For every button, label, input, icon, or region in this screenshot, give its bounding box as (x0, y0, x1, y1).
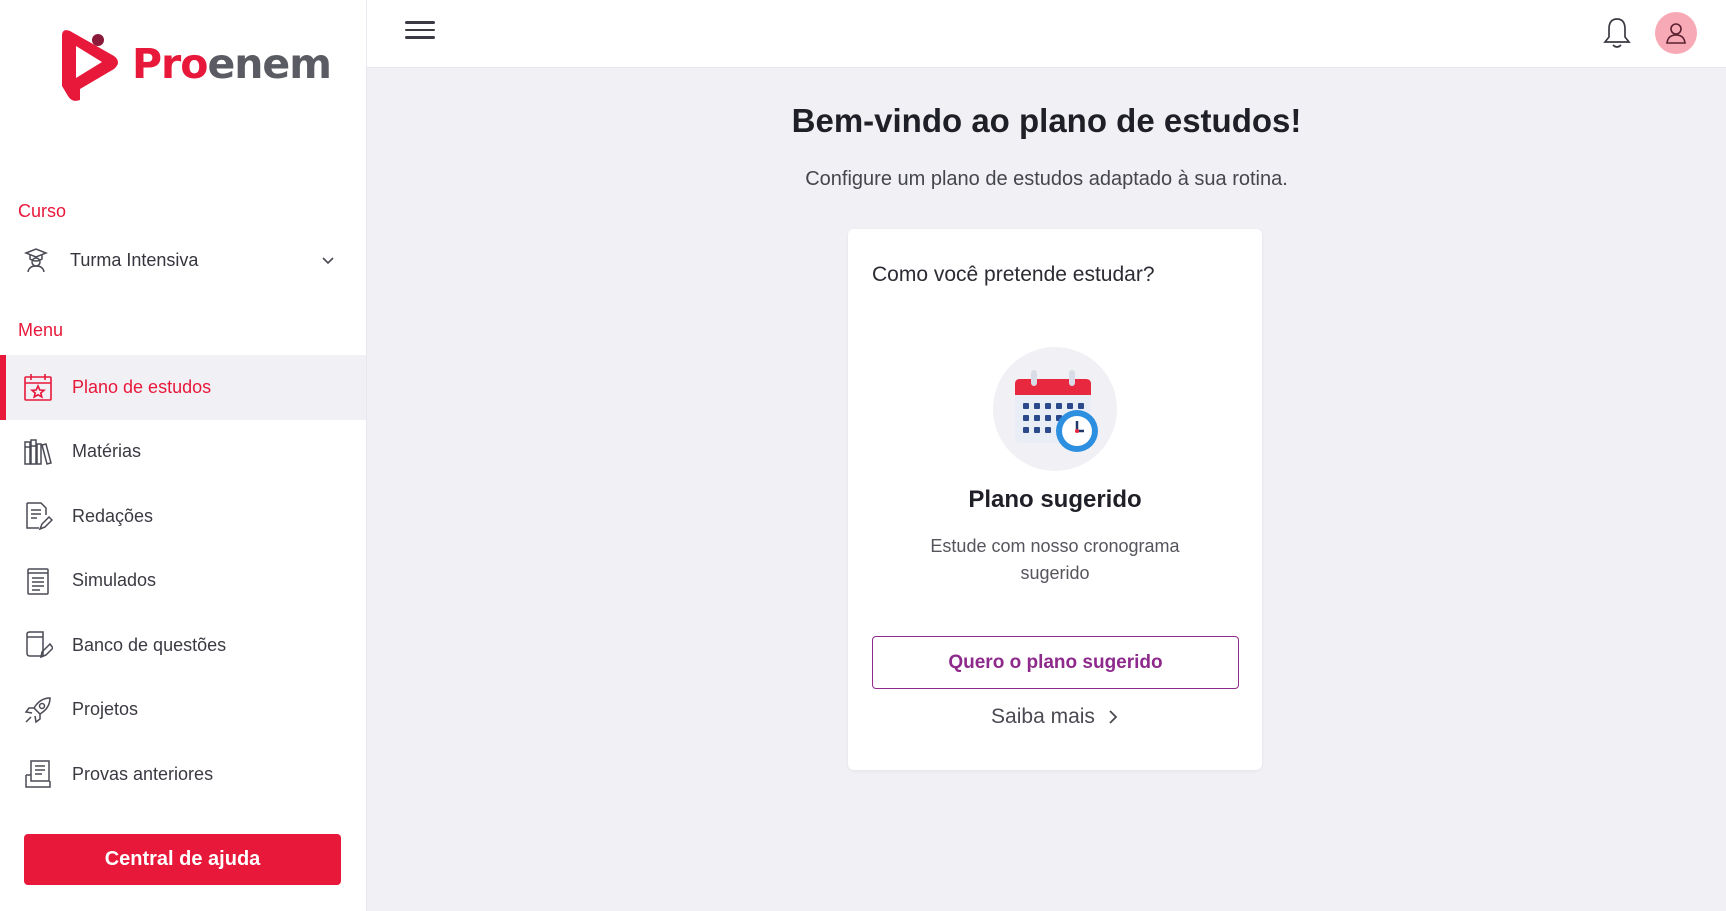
rocket-icon (22, 694, 54, 726)
sidebar-item-label: Provas anteriores (72, 763, 214, 784)
calendar-illustration (993, 347, 1117, 471)
sidebar-item-label: Matérias (72, 441, 142, 462)
avatar[interactable] (1655, 12, 1697, 54)
logo-text-pro: Pro (132, 39, 208, 88)
archive-icon (22, 758, 54, 790)
sidebar-item-plano-de-estudos[interactable]: Plano de estudos (0, 355, 366, 420)
course-section-label: Curso (18, 201, 67, 221)
sidebar-menu: Plano de estudos Matérias Redações Simul… (0, 355, 366, 807)
sidebar-item-materias[interactable]: Matérias (0, 420, 366, 485)
sidebar-item-label: Simulados (72, 570, 157, 591)
hamburger-icon[interactable] (405, 16, 437, 48)
card-question: Como você pretende estudar? (872, 263, 1155, 286)
suggested-plan-button[interactable]: Quero o plano sugerido (872, 636, 1239, 689)
sidebar-item-provas-anteriores[interactable]: Provas anteriores (0, 742, 366, 807)
help-center-button[interactable]: Central de ajuda (24, 834, 341, 885)
proenem-play-logo-icon (62, 30, 118, 101)
chevron-down-icon (322, 257, 334, 265)
logo-wordmark: Proenem (132, 43, 332, 85)
top-bar (367, 0, 1726, 68)
document-pen-icon (22, 500, 54, 532)
sidebar-item-label: Projetos (72, 699, 139, 720)
logo-text-enem: enem (207, 39, 332, 88)
books-icon (22, 436, 54, 468)
user-icon (1666, 23, 1686, 44)
sidebar-item-label: Plano de estudos (72, 376, 212, 397)
graduate-icon (18, 242, 54, 278)
card-description: Estude com nosso cronograma sugerido (930, 536, 1180, 583)
sidebar-item-projetos[interactable]: Projetos (0, 678, 366, 743)
proenem-logo[interactable]: Proenem (56, 26, 332, 102)
course-select[interactable]: Turma Intensiva (18, 242, 348, 278)
sidebar-item-simulados[interactable]: Simulados (0, 549, 366, 614)
sidebar-item-label: Redações (72, 505, 154, 526)
study-plan-card: Como você pretende estudar? Plano sugeri… (848, 229, 1262, 770)
calendar-clock-icon (1015, 370, 1098, 452)
course-select-label: Turma Intensiva (70, 249, 199, 270)
page-title: Bem-vindo ao plano de estudos! (791, 102, 1302, 139)
card-heading: Plano sugerido (968, 486, 1142, 513)
sidebar-item-label: Banco de questões (72, 634, 227, 655)
page-subtitle: Configure um plano de estudos adaptado à… (805, 168, 1288, 190)
sidebar: Proenem Curso Turma Intensiva Menu Plano… (0, 0, 367, 911)
learn-more-link[interactable]: Saiba mais (848, 705, 1262, 729)
learn-more-label: Saiba mais (991, 705, 1095, 728)
list-sheet-icon (22, 565, 54, 597)
chevron-right-icon (1109, 710, 1118, 724)
calendar-star-icon (22, 371, 54, 403)
menu-section-label: Menu (18, 320, 64, 340)
notebook-pen-icon (22, 629, 54, 661)
bell-icon[interactable] (1601, 16, 1633, 50)
sidebar-item-redacoes[interactable]: Redações (0, 484, 366, 549)
sidebar-item-banco-de-questoes[interactable]: Banco de questões (0, 613, 366, 678)
